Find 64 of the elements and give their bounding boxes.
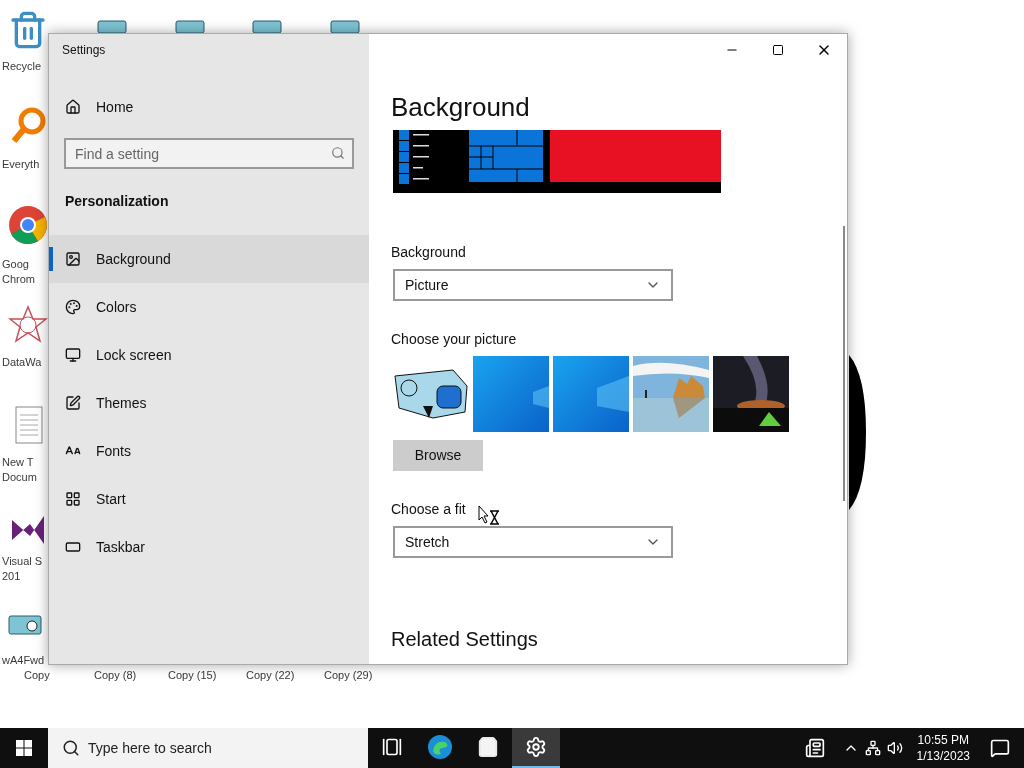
icon-label: Chrom: [2, 272, 35, 287]
icon-label: Copy: [24, 668, 50, 683]
nav-item[interactable]: Background: [49, 235, 369, 283]
browse-button[interactable]: Browse: [393, 440, 483, 471]
icon-label: Goog: [2, 257, 29, 272]
icon-label: DataWa: [2, 355, 42, 370]
search-icon: [331, 146, 345, 160]
icon-label: New T: [2, 455, 34, 470]
settings-icon: [525, 736, 547, 758]
section-heading: Related Settings: [391, 627, 538, 652]
browser-icon[interactable]: [8, 205, 48, 245]
fit-dropdown[interactable]: Stretch: [393, 526, 673, 558]
palette-icon: [65, 299, 81, 315]
icon-label: Recycle: [2, 59, 42, 74]
clock[interactable]: 10:55 PM 1/13/2023: [910, 732, 976, 764]
notification-icon[interactable]: [990, 738, 1010, 758]
scrollbar[interactable]: [843, 226, 845, 501]
home-icon: [65, 99, 81, 115]
task-view-icon: [382, 737, 402, 757]
home-nav-item[interactable]: Home: [49, 91, 369, 123]
search-field[interactable]: Find a setting: [64, 138, 354, 169]
busy-cursor-icon: [478, 505, 500, 525]
nav-item[interactable]: Lock screen: [49, 331, 369, 379]
section-heading: Personalization: [65, 191, 169, 211]
icon-label: Visual S: [2, 554, 43, 569]
nav-item[interactable]: Themes: [49, 379, 369, 427]
grid-icon: [65, 491, 81, 507]
icon-label: wA4Fwd: [2, 653, 45, 668]
taskbar-app-button[interactable]: [512, 728, 560, 768]
background-dropdown[interactable]: Picture: [393, 269, 673, 301]
nav-item[interactable]: Taskbar: [49, 523, 369, 571]
page-title: Background: [391, 90, 530, 124]
nav-item[interactable]: Start: [49, 475, 369, 523]
bar-icon: [65, 539, 81, 555]
program-icon[interactable]: [97, 19, 127, 33]
taskbar-search-field[interactable]: Type here to search: [48, 728, 368, 768]
browser-icon: [427, 734, 453, 760]
monitor-icon: [65, 347, 81, 363]
icon-label: Everyth: [2, 157, 40, 172]
volume-icon[interactable]: [886, 740, 903, 756]
star-pattern-icon[interactable]: [8, 305, 48, 345]
program-icon[interactable]: [8, 612, 42, 636]
search-icon: [62, 739, 80, 757]
icon-label: Copy (29): [324, 668, 373, 683]
shopping-bag-icon: [477, 736, 499, 758]
nav-item[interactable]: Fonts: [49, 427, 369, 475]
picture-icon: [65, 251, 81, 267]
network-icon[interactable]: [864, 740, 881, 756]
windows-logo-icon: [16, 740, 32, 756]
program-icon[interactable]: [175, 19, 205, 33]
maximize-icon: [772, 44, 784, 56]
icon-label: Copy (15): [168, 668, 217, 683]
field-label: Background: [391, 242, 466, 262]
field-label: Choose your picture: [391, 329, 517, 349]
icon-label: Copy (8): [94, 668, 137, 683]
field-label: Choose a fit: [391, 499, 466, 519]
program-icon[interactable]: [252, 19, 282, 33]
nav-item[interactable]: Colors: [49, 283, 369, 331]
pen-square-icon: [65, 395, 81, 411]
icon-label: Copy (22): [246, 668, 295, 683]
icon-label: 201: [2, 569, 21, 584]
window-title: Settings: [62, 42, 106, 59]
program-icon[interactable]: [330, 19, 360, 33]
icon-label: Docum: [2, 470, 37, 485]
